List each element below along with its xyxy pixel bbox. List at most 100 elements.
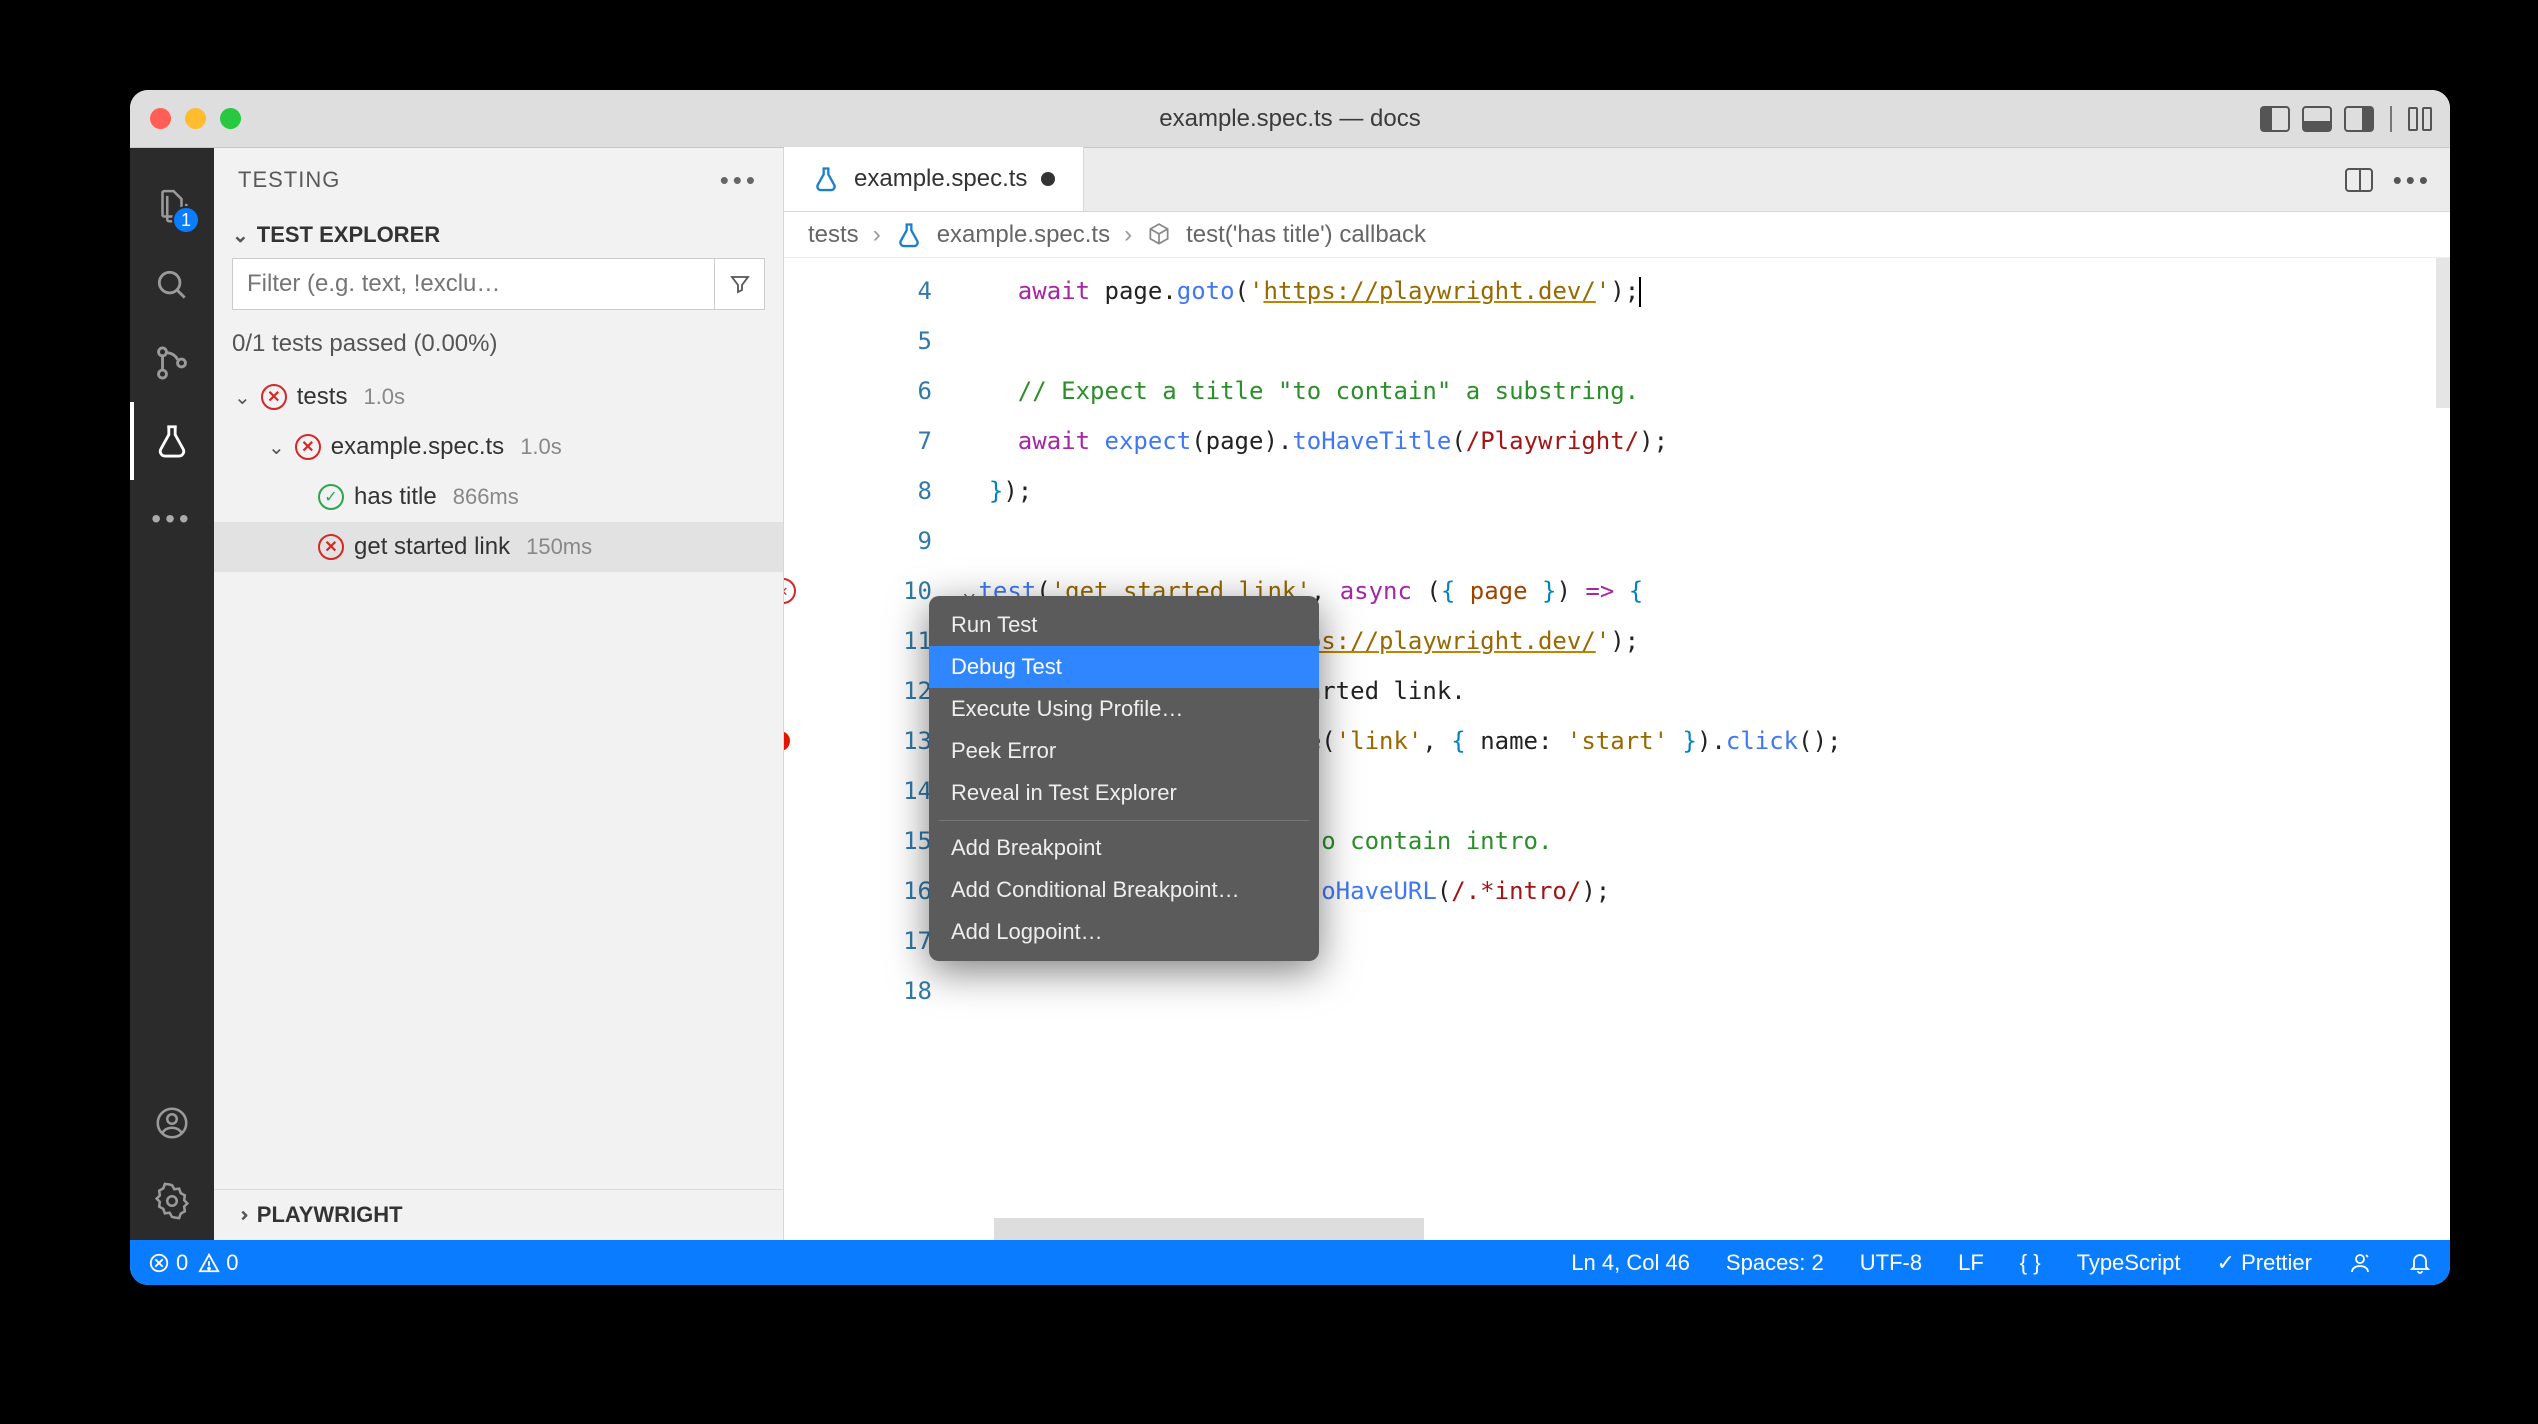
overview-ruler — [2432, 258, 2450, 1240]
menu-separator — [939, 820, 1309, 821]
menu-item[interactable]: Add Breakpoint — [929, 827, 1319, 869]
activity-search[interactable] — [130, 246, 214, 324]
activity-settings[interactable] — [130, 1162, 214, 1240]
status-spaces[interactable]: Spaces: 2 — [1726, 1250, 1824, 1276]
test-tree: ⌄ ✕ tests 1.0s ⌄ ✕ example.spec.ts 1.0s … — [214, 372, 783, 572]
editor-tab[interactable]: example.spec.ts — [784, 147, 1084, 211]
code-line[interactable]: await page.goto('https://playwright.dev/… — [960, 266, 2450, 316]
test-suite-label: tests — [297, 383, 348, 411]
glyph-margin — [784, 258, 854, 1240]
breadcrumb[interactable]: tests › example.spec.ts › test('has titl… — [784, 212, 2450, 258]
status-formatter[interactable]: ✓ Prettier — [2217, 1250, 2312, 1276]
playwright-label: PLAYWRIGHT — [257, 1202, 403, 1228]
chevron-right-icon: › — [873, 221, 881, 249]
divider — [2390, 106, 2392, 132]
status-errors[interactable]: 0 — [148, 1250, 188, 1276]
warning-icon — [198, 1252, 220, 1274]
fail-icon: ✕ — [318, 534, 344, 560]
window-title: example.spec.ts — docs — [130, 105, 2450, 133]
split-editor-icon[interactable] — [2345, 168, 2373, 192]
code-line[interactable] — [960, 516, 2450, 566]
activity-explorer[interactable]: 1 — [130, 168, 214, 246]
test-file-row[interactable]: ⌄ ✕ example.spec.ts 1.0s — [214, 422, 783, 472]
menu-item[interactable]: Debug Test — [929, 646, 1319, 688]
close-button[interactable] — [150, 108, 171, 129]
test-duration: 1.0s — [520, 434, 562, 460]
menu-item[interactable]: Add Conditional Breakpoint… — [929, 869, 1319, 911]
menu-item[interactable]: Run Test — [929, 604, 1319, 646]
vscode-window: example.spec.ts — docs 1 — [130, 90, 2450, 1285]
chevron-right-icon: › — [1124, 221, 1132, 249]
pass-icon: ✓ — [318, 484, 344, 510]
code-line[interactable]: }); — [960, 466, 2450, 516]
tab-strip: example.spec.ts ••• — [784, 148, 2450, 212]
code-line[interactable]: // Expect a title "to contain" a substri… — [960, 366, 2450, 416]
test-filter-input[interactable] — [232, 258, 715, 310]
editor-more-icon[interactable]: ••• — [2393, 165, 2432, 196]
activity-more[interactable]: ••• — [130, 480, 214, 558]
sidebar-title: TESTING — [238, 167, 340, 193]
menu-item[interactable]: Peek Error — [929, 730, 1319, 772]
test-duration: 1.0s — [363, 384, 405, 410]
horizontal-scrollbar[interactable] — [994, 1218, 1424, 1240]
code-line[interactable]: await expect(page).toHaveTitle(/Playwrig… — [960, 416, 2450, 466]
chevron-down-icon: ⌄ — [232, 223, 249, 248]
chevron-right-icon: ⌄ — [228, 1207, 253, 1224]
traffic-lights — [150, 108, 241, 129]
context-menu: Run TestDebug TestExecute Using Profile…… — [929, 596, 1319, 961]
test-pass-status: 0/1 tests passed (0.00%) — [214, 322, 783, 372]
status-ln-col[interactable]: Ln 4, Col 46 — [1571, 1250, 1690, 1276]
status-language[interactable]: TypeScript — [2077, 1250, 2181, 1276]
test-case-row[interactable]: ✓ has title 866ms — [214, 472, 783, 522]
zoom-button[interactable] — [220, 108, 241, 129]
toggle-primary-sidebar-icon[interactable] — [2260, 106, 2290, 132]
customize-layout-icon[interactable] — [2408, 107, 2432, 131]
test-case-label: has title — [354, 483, 437, 511]
status-brackets[interactable]: { } — [2020, 1250, 2041, 1276]
chevron-down-icon: ⌄ — [234, 385, 251, 410]
test-duration: 866ms — [453, 484, 519, 510]
error-icon — [148, 1252, 170, 1274]
chevron-down-icon: ⌄ — [268, 435, 285, 460]
status-notifications-icon[interactable] — [2408, 1251, 2432, 1275]
filter-icon[interactable] — [715, 258, 765, 310]
sidebar: TESTING ••• ⌄ TEST EXPLORER 0/1 tests pa… — [214, 148, 784, 1240]
test-explorer-header[interactable]: ⌄ TEST EXPLORER — [214, 212, 783, 258]
menu-item[interactable]: Reveal in Test Explorer — [929, 772, 1319, 814]
explorer-badge: 1 — [172, 206, 200, 234]
symbol-icon — [1146, 222, 1172, 248]
tab-filename: example.spec.ts — [854, 165, 1027, 193]
sidebar-more-icon[interactable]: ••• — [720, 165, 759, 196]
toggle-panel-icon[interactable] — [2302, 106, 2332, 132]
menu-item[interactable]: Execute Using Profile… — [929, 688, 1319, 730]
fail-icon: ✕ — [295, 434, 321, 460]
code-line[interactable] — [960, 316, 2450, 366]
test-suite-row[interactable]: ⌄ ✕ tests 1.0s — [214, 372, 783, 422]
status-warnings[interactable]: 0 — [198, 1250, 238, 1276]
test-duration: 150ms — [526, 534, 592, 560]
menu-item[interactable]: Add Logpoint… — [929, 911, 1319, 953]
test-file-label: example.spec.ts — [331, 433, 504, 461]
test-case-row[interactable]: ✕ get started link 150ms — [214, 522, 783, 572]
activity-accounts[interactable] — [130, 1084, 214, 1162]
breadcrumb-file[interactable]: example.spec.ts — [937, 221, 1110, 249]
code-area[interactable]: 45678910✕1112131415161718 await page.got… — [784, 258, 2450, 1240]
test-case-label: get started link — [354, 533, 510, 561]
toggle-secondary-sidebar-icon[interactable] — [2344, 106, 2374, 132]
breadcrumb-symbol[interactable]: test('has title') callback — [1186, 221, 1426, 249]
code-line[interactable] — [960, 966, 2450, 1016]
activity-source-control[interactable] — [130, 324, 214, 402]
activity-bar: 1 ••• — [130, 148, 214, 1240]
status-feedback-icon[interactable] — [2348, 1251, 2372, 1275]
minimize-button[interactable] — [185, 108, 206, 129]
fail-icon: ✕ — [261, 384, 287, 410]
status-bar: 0 0 Ln 4, Col 46 Spaces: 2 UTF-8 LF { } … — [130, 1240, 2450, 1285]
dirty-indicator — [1041, 172, 1055, 186]
status-encoding[interactable]: UTF-8 — [1860, 1250, 1922, 1276]
status-eol[interactable]: LF — [1958, 1250, 1984, 1276]
test-explorer-label: TEST EXPLORER — [257, 222, 440, 248]
flask-icon — [895, 221, 923, 249]
playwright-panel-header[interactable]: ⌄ PLAYWRIGHT — [214, 1189, 783, 1240]
activity-testing[interactable] — [130, 402, 214, 480]
breadcrumb-folder[interactable]: tests — [808, 221, 859, 249]
